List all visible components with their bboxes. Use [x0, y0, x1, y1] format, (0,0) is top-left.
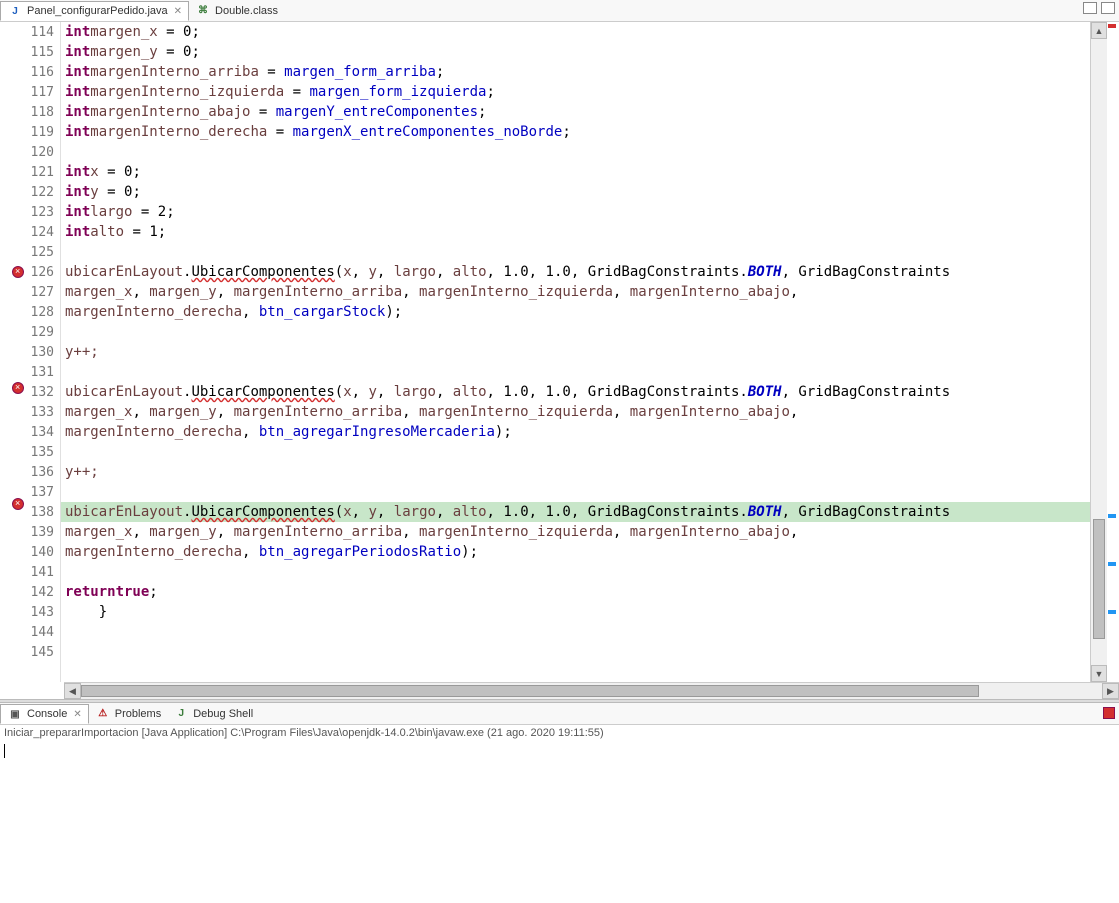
vertical-scrollbar[interactable]: ▲ ▼ — [1090, 22, 1107, 682]
line-no: 136 — [26, 462, 54, 482]
line-no: 131 — [26, 362, 54, 382]
folding-margin[interactable] — [0, 22, 10, 682]
horizontal-scroll-area: ◀ ▶ — [0, 682, 1119, 699]
line-no: 137 — [26, 482, 54, 502]
line-no: 127 — [26, 282, 54, 302]
line-no: 126 — [26, 262, 54, 282]
line-no: 145 — [26, 642, 54, 662]
overview-ruler[interactable] — [1107, 22, 1119, 682]
close-tab-icon[interactable]: ✕ — [174, 6, 182, 17]
console-timestamp: (21 ago. 2020 19:11:55) — [484, 727, 604, 739]
bottom-tab-bar: ▣ Console ✕ ⚠ Problems J Debug Shell — [0, 703, 1119, 725]
java-file-icon: J — [7, 3, 23, 19]
editor-window-controls — [1083, 2, 1115, 14]
scroll-right-button[interactable]: ▶ — [1102, 683, 1119, 699]
line-no: 129 — [26, 322, 54, 342]
line-no: 135 — [26, 442, 54, 462]
scroll-thumb[interactable] — [1093, 519, 1105, 639]
line-no: 122 — [26, 182, 54, 202]
overview-marker[interactable] — [1108, 610, 1116, 614]
minimize-view-icon[interactable] — [1083, 2, 1097, 14]
scroll-track[interactable] — [81, 683, 1102, 699]
line-no: 134 — [26, 422, 54, 442]
line-no: 124 — [26, 222, 54, 242]
line-no: 139 — [26, 522, 54, 542]
overview-error-marker[interactable] — [1108, 24, 1116, 28]
error-marker-126[interactable] — [12, 266, 24, 278]
line-no: 144 — [26, 622, 54, 642]
scroll-track[interactable] — [1091, 39, 1107, 665]
console-launch-name: Iniciar_prepararImportacion [Java Applic… — [4, 727, 230, 739]
code-content[interactable]: int margen_x = 0; int margen_y = 0; int … — [61, 22, 1090, 682]
close-tab-icon[interactable]: ✕ — [73, 709, 81, 720]
line-no: 130 — [26, 342, 54, 362]
text-cursor — [4, 744, 5, 758]
console-output[interactable] — [0, 741, 1119, 760]
line-no: 121 — [26, 162, 54, 182]
console-exe-path: C:\Program Files\Java\openjdk-14.0.2\bin… — [230, 727, 484, 739]
problems-icon: ⚠ — [95, 706, 111, 722]
debug-shell-tab[interactable]: J Debug Shell — [167, 704, 259, 724]
scroll-thumb[interactable] — [81, 685, 979, 697]
line-no: 133 — [26, 402, 54, 422]
overview-marker[interactable] — [1108, 562, 1116, 566]
console-toolbar — [1103, 707, 1115, 719]
tab-label: Problems — [115, 708, 161, 720]
class-file-icon: ⌘ — [195, 3, 211, 19]
line-no: 128 — [26, 302, 54, 322]
line-number-gutter: 114 115 116 117 118 119 120 121 122 123 … — [26, 22, 61, 682]
tab-label: Console — [27, 708, 67, 720]
code-editor[interactable]: 114 115 116 117 118 119 120 121 122 123 … — [0, 22, 1119, 682]
editor-tab-panel-configurar[interactable]: J Panel_configurarPedido.java ✕ — [0, 1, 189, 21]
line-no: 123 — [26, 202, 54, 222]
debug-shell-icon: J — [173, 706, 189, 722]
line-no: 132 — [26, 382, 54, 402]
editor-tab-double-class[interactable]: ⌘ Double.class — [189, 1, 284, 21]
line-no: 140 — [26, 542, 54, 562]
console-tab[interactable]: ▣ Console ✕ — [0, 704, 89, 724]
overview-marker[interactable] — [1108, 514, 1116, 518]
scroll-left-button[interactable]: ◀ — [64, 683, 81, 699]
line-no: 114 — [26, 22, 54, 42]
line-no: 141 — [26, 562, 54, 582]
scroll-down-button[interactable]: ▼ — [1091, 665, 1107, 682]
line-no: 117 — [26, 82, 54, 102]
line-no: 120 — [26, 142, 54, 162]
error-marker-138[interactable] — [12, 498, 24, 510]
line-no: 116 — [26, 62, 54, 82]
breakpoint-margin[interactable] — [10, 22, 26, 682]
line-no: 143 — [26, 602, 54, 622]
editor-tab-bar: J Panel_configurarPedido.java ✕ ⌘ Double… — [0, 0, 1119, 22]
maximize-view-icon[interactable] — [1101, 2, 1115, 14]
line-no: 142 — [26, 582, 54, 602]
horizontal-scrollbar[interactable]: ◀ ▶ — [64, 682, 1119, 699]
problems-tab[interactable]: ⚠ Problems — [89, 704, 167, 724]
line-no: 115 — [26, 42, 54, 62]
error-marker-132[interactable] — [12, 382, 24, 394]
tab-label: Panel_configurarPedido.java — [27, 5, 168, 17]
console-icon: ▣ — [7, 706, 23, 722]
line-no: 138 — [26, 502, 54, 522]
line-no: 125 — [26, 242, 54, 262]
console-launch-header: Iniciar_prepararImportacion [Java Applic… — [0, 725, 1119, 741]
terminate-button[interactable] — [1103, 707, 1115, 719]
tab-label: Double.class — [215, 5, 278, 17]
line-no: 118 — [26, 102, 54, 122]
tab-label: Debug Shell — [193, 708, 253, 720]
line-no: 119 — [26, 122, 54, 142]
scroll-up-button[interactable]: ▲ — [1091, 22, 1107, 39]
